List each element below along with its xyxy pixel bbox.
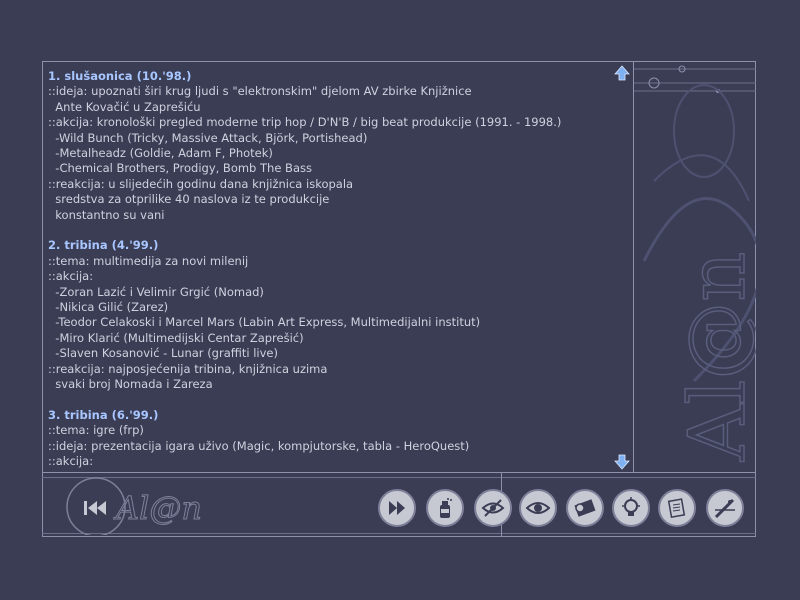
- content-pane[interactable]: 1. slušaonica (10.'98.) ::ideja: upoznat…: [42, 61, 634, 472]
- text-line: -Teodor Celakoski i Marcel Mars (Labin A…: [48, 315, 481, 330]
- bottom-toolbar: Al@n: [42, 472, 756, 537]
- text-line: -Zoran Lazić i Velimir Grgić (Nomad): [48, 284, 264, 299]
- arrow-up-icon: [614, 65, 630, 81]
- scroll-up-button[interactable]: [614, 65, 630, 81]
- text-line: -Miro Klarić (Multimedijski Centar Zapre…: [48, 330, 304, 345]
- decorative-pane: Al@n: [634, 61, 756, 472]
- spray-can-icon: [440, 498, 452, 518]
- pen-icon: [714, 498, 735, 519]
- text-area: 1. slušaonica (10.'98.) ::ideja: upoznat…: [48, 69, 611, 472]
- section-1: 1. slušaonica (10.'98.) ::ideja: upoznat…: [48, 69, 611, 223]
- eye-icon: [526, 502, 550, 514]
- logo-text: Al@n: [113, 489, 202, 527]
- text-line: ::akcija:: [48, 269, 94, 284]
- text-line: svaki broj Nomada i Zareza: [48, 377, 213, 392]
- text-line: ::ideja: upoznati širi krug ljudi s "ele…: [48, 84, 472, 99]
- text-line: -Metalheadz (Goldie, Adam F, Photek): [48, 146, 273, 161]
- forward-button[interactable]: [378, 489, 416, 527]
- section-title: 2. tribina (4.'99.): [48, 238, 159, 253]
- decorative-logo-text: Al@n: [673, 251, 756, 462]
- text-line: ::tema: multimedija za novi milenij: [48, 253, 249, 268]
- text-line: ::akcija:: [48, 454, 94, 469]
- section-3: 3. tribina (6.'99.) ::tema: igre (frp) :…: [48, 408, 611, 470]
- arrow-down-icon: [614, 454, 630, 470]
- text-line: ::reakcija: najposjećenija tribina, knji…: [48, 361, 328, 376]
- text-line: -Nikica Gilić (Zarez): [48, 300, 169, 315]
- section-title: 1. slušaonica (10.'98.): [48, 69, 192, 83]
- rewind-icon: [84, 501, 106, 515]
- decorative-artwork: Al@n: [634, 65, 756, 463]
- section-title: 3. tribina (6.'99.): [48, 407, 159, 422]
- text-line: konstantno su vani: [48, 207, 165, 222]
- text-line: -Wild Bunch (Tricky, Massive Attack, Bjö…: [48, 130, 368, 145]
- text-line: ::tema: igre (frp): [48, 423, 144, 438]
- fast-forward-icon: [389, 501, 405, 515]
- crossed-eye-button[interactable]: [474, 489, 512, 527]
- spray-can-button[interactable]: [426, 489, 464, 527]
- scroll-down-button[interactable]: [614, 454, 630, 470]
- text-line: sredstva za otprilike 40 naslova iz te p…: [48, 192, 330, 207]
- text-line: Ante Kovačić u Zaprešiću: [48, 99, 201, 114]
- film-reel-icon: [574, 499, 596, 517]
- eye-button[interactable]: [519, 489, 557, 527]
- documents-button[interactable]: [658, 489, 696, 527]
- documents-icon: [667, 498, 686, 518]
- text-line: ::ideja: prezentacija igara uživo (Magic…: [48, 438, 470, 453]
- film-button[interactable]: [566, 489, 604, 527]
- text-line: ::akcija: kronološki pregled moderne tri…: [48, 115, 562, 130]
- rewind-button[interactable]: [82, 494, 110, 522]
- pen-button[interactable]: [706, 489, 744, 527]
- lightbulb-button[interactable]: [612, 489, 650, 527]
- text-line: -Slaven Kosanović - Lunar (graffiti live…: [48, 346, 278, 361]
- text-line: -Chemical Brothers, Prodigy, Bomb The Ba…: [48, 161, 312, 176]
- text-line: ::reakcija: u slijedećih godinu dana knj…: [48, 176, 354, 191]
- crossed-eye-icon: [481, 499, 505, 517]
- lightbulb-icon: [622, 497, 640, 516]
- section-2: 2. tribina (4.'99.) ::tema: multimedija …: [48, 238, 611, 392]
